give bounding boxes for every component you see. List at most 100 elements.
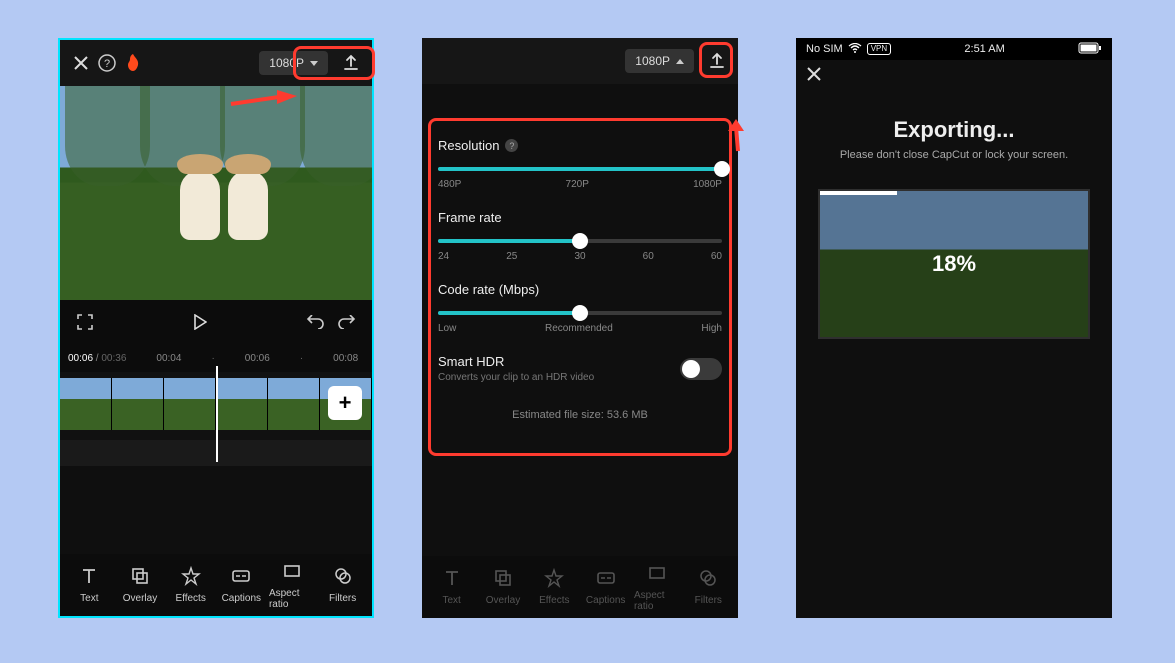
aspect-icon (647, 563, 667, 586)
tool-label: Captions (222, 593, 261, 604)
exporting-title: Exporting... (796, 117, 1112, 143)
resolution-row: Resolution? 480P 720P 1080P (438, 138, 722, 190)
tool-overlay[interactable]: Overlay (117, 566, 163, 604)
overlay-icon (130, 566, 150, 589)
play-icon[interactable] (189, 311, 211, 333)
slider-tick: Recommended (545, 323, 613, 334)
slider-tick: 720P (566, 179, 589, 190)
top-bar: 1080P (422, 38, 738, 84)
close-icon[interactable] (70, 52, 92, 74)
add-clip-button[interactable]: + (328, 386, 362, 420)
aspect-icon (282, 561, 302, 584)
editor-screen: ? 1080P 00:06 / 00:36 00:04 (58, 38, 374, 618)
video-preview[interactable] (60, 86, 372, 300)
tool-filters[interactable]: Filters (320, 566, 366, 604)
text-icon (442, 568, 462, 591)
player-controls (60, 300, 372, 344)
framerate-row: Frame rate 24 25 30 60 60 (438, 210, 722, 262)
tool-aspect[interactable]: Aspect ratio (634, 563, 680, 612)
tool-effects[interactable]: Effects (168, 566, 214, 604)
hdr-label: Smart HDR (438, 354, 504, 369)
resolution-slider[interactable] (438, 167, 722, 171)
framerate-slider[interactable] (438, 239, 722, 243)
top-bar: ? 1080P (60, 40, 372, 86)
wifi-icon (848, 43, 862, 56)
coderate-row: Code rate (Mbps) Low Recommended High (438, 282, 722, 334)
export-settings-panel: Resolution? 480P 720P 1080P Frame rate 2… (422, 128, 738, 407)
tool-label: Filters (695, 595, 722, 606)
exporting-screen: No SIM VPN 2:51 AM Exporting... Please d… (796, 38, 1112, 618)
resolution-chip-label: 1080P (635, 54, 670, 68)
text-icon (79, 566, 99, 589)
resolution-chip-label: 1080P (269, 56, 304, 70)
vpn-badge: VPN (867, 43, 891, 55)
time-current: 00:06 (68, 353, 93, 364)
effects-icon (181, 566, 201, 589)
chevron-down-icon (310, 61, 318, 66)
resolution-chip[interactable]: 1080P (259, 51, 328, 75)
tool-row: Text OverlayEffects Captions Aspect ratio Fi… (60, 554, 372, 616)
progress-bar (820, 191, 897, 195)
tool-aspect[interactable]: Aspect ratio (269, 561, 315, 610)
tool-label: Filters (329, 593, 356, 604)
tool-label: Aspect ratio (269, 588, 315, 610)
time-duration: 00:36 (101, 353, 126, 364)
exporting-subtitle: Please don't close CapCut or lock your s… (796, 149, 1112, 161)
redo-icon[interactable] (336, 311, 358, 333)
tool-label: Overlay (486, 595, 520, 606)
clock-label: 2:51 AM (964, 43, 1004, 55)
ruler-tick: 00:06 (245, 353, 270, 364)
captions-icon (231, 566, 251, 589)
tool-label: Captions (586, 595, 625, 606)
slider-tick: 60 (643, 251, 654, 262)
tool-label: Aspect ratio (634, 590, 680, 612)
tool-filters[interactable]: Filters (685, 568, 731, 606)
undo-icon[interactable] (304, 311, 326, 333)
resolution-label: Resolution (438, 138, 499, 153)
framerate-label: Frame rate (438, 210, 502, 225)
timeline[interactable]: + (60, 372, 372, 440)
tool-row: Text Overlay Effects Captions Aspect ratio Fi… (422, 556, 738, 618)
effects-icon (544, 568, 564, 591)
resolution-chip[interactable]: 1080P (625, 49, 694, 73)
captions-icon (596, 568, 616, 591)
flame-icon[interactable] (122, 52, 144, 74)
slider-tick: 25 (506, 251, 517, 262)
export-icon[interactable] (340, 52, 362, 74)
hdr-toggle[interactable] (680, 358, 722, 380)
tool-captions[interactable]: Captions (583, 568, 629, 606)
playhead[interactable] (216, 366, 218, 462)
tool-label: Text (442, 595, 460, 606)
tool-overlay[interactable]: Overlay (480, 568, 526, 606)
export-icon[interactable] (706, 50, 728, 72)
export-settings-screen: 1080P Resolution? 480P 720P 1080P Frame … (422, 38, 738, 618)
tool-label: Effects (539, 595, 569, 606)
coderate-slider[interactable] (438, 311, 722, 315)
fullscreen-icon[interactable] (74, 311, 96, 333)
tool-label: Text (80, 593, 98, 604)
chevron-up-icon (676, 59, 684, 64)
help-icon[interactable]: ? (96, 52, 118, 74)
slider-tick: Low (438, 323, 456, 334)
slider-tick: 24 (438, 251, 449, 262)
ruler-tick: 00:04 (156, 353, 181, 364)
slider-tick: 480P (438, 179, 461, 190)
tool-effects[interactable]: Effects (531, 568, 577, 606)
carrier-label: No SIM (806, 43, 843, 55)
help-icon[interactable]: ? (505, 139, 518, 152)
slider-tick: 60 (711, 251, 722, 262)
close-icon[interactable] (796, 60, 1112, 91)
progress-percent-label: 18% (932, 251, 976, 277)
hdr-note: Converts your clip to an HDR video (438, 372, 594, 383)
tool-captions[interactable]: Captions (218, 566, 264, 604)
coderate-label: Code rate (Mbps) (438, 282, 539, 297)
filters-icon (333, 566, 353, 589)
export-progress-frame: 18% (818, 189, 1090, 339)
tool-text[interactable]: Text (66, 566, 112, 604)
ruler-tick: 00:08 (333, 353, 358, 364)
tool-text[interactable]: Text (429, 568, 475, 606)
slider-tick: High (701, 323, 722, 334)
filters-icon (698, 568, 718, 591)
slider-tick: 1080P (693, 179, 722, 190)
svg-text:?: ? (104, 58, 110, 70)
